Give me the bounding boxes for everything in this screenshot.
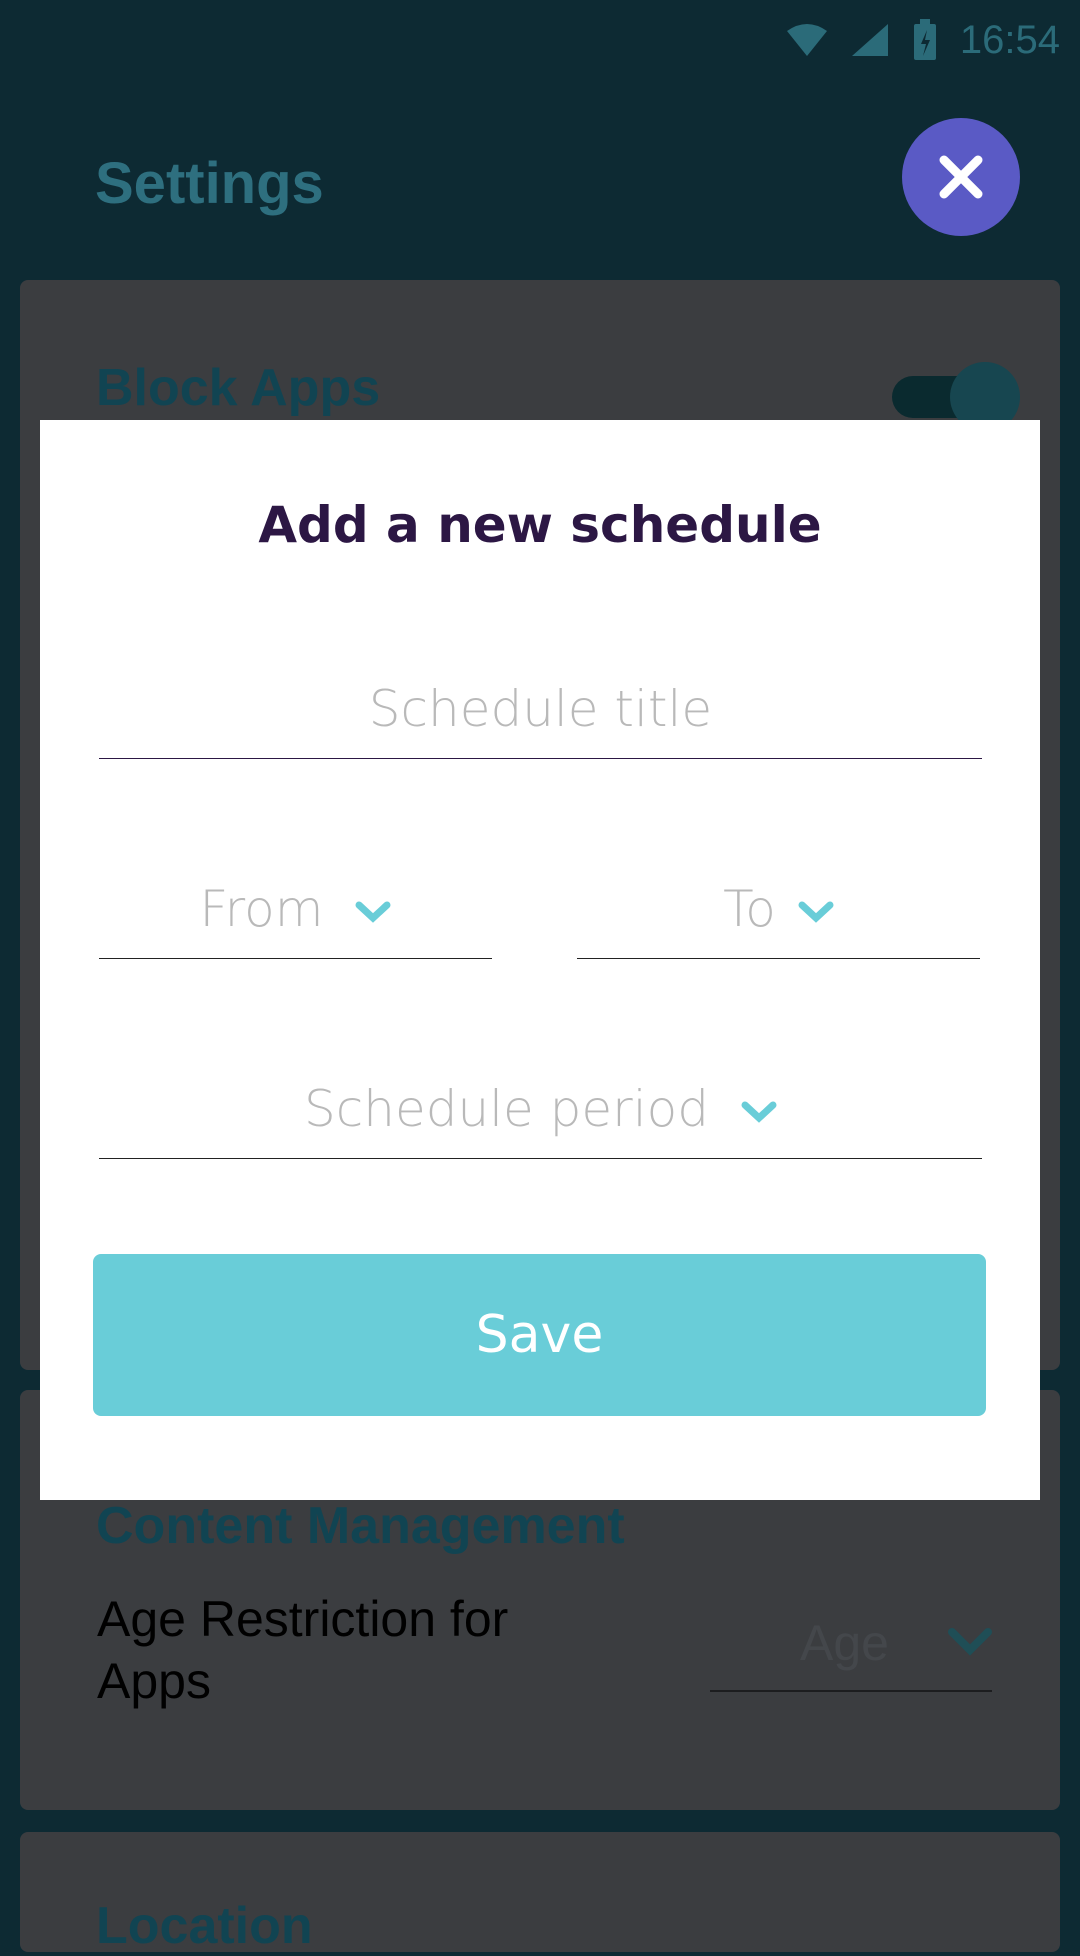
- signal-icon: [851, 24, 888, 56]
- schedule-period-select[interactable]: Schedule period: [99, 1058, 982, 1159]
- close-button[interactable]: [902, 118, 1020, 236]
- to-label: To: [723, 880, 776, 938]
- from-select-content: From: [99, 880, 492, 938]
- status-time: 16:54: [959, 17, 1060, 62]
- to-select-content: To: [577, 880, 980, 938]
- location-card: Location: [20, 1832, 1060, 1955]
- block-apps-heading: Block Apps: [96, 359, 381, 417]
- schedule-title-placeholder: Schedule title: [368, 680, 713, 738]
- chevron-down-icon: [355, 901, 391, 923]
- page-title: Settings: [95, 151, 324, 216]
- schedule-title-input[interactable]: Schedule title: [99, 658, 982, 759]
- battery-icon: [913, 19, 936, 60]
- close-icon: [939, 155, 983, 199]
- chevron-down-icon: [948, 1628, 992, 1656]
- save-button[interactable]: Save: [93, 1254, 986, 1416]
- add-schedule-dialog: Add a new schedule Schedule title From T…: [40, 420, 1040, 1500]
- status-icons: 16:54: [786, 18, 1060, 62]
- block-apps-toggle[interactable]: [890, 362, 1020, 432]
- chevron-down-icon: [741, 1101, 777, 1123]
- content-management-heading: Content Management: [96, 1497, 625, 1555]
- status-bar: 16:54: [0, 0, 1080, 80]
- from-select[interactable]: From: [99, 858, 492, 959]
- from-label: From: [199, 880, 324, 938]
- age-restriction-label: Age Restriction for Apps: [97, 1591, 509, 1709]
- wifi-icon: [786, 24, 827, 56]
- age-select[interactable]: Age: [710, 1600, 992, 1692]
- to-select[interactable]: To: [577, 858, 980, 959]
- dialog-title: Add a new schedule: [258, 496, 822, 554]
- age-select-value: Age: [800, 1615, 889, 1671]
- schedule-period-content: Schedule period: [99, 1080, 982, 1138]
- schedule-period-label: Schedule period: [304, 1080, 709, 1138]
- location-heading: Location: [96, 1897, 313, 1955]
- chevron-down-icon: [798, 901, 834, 923]
